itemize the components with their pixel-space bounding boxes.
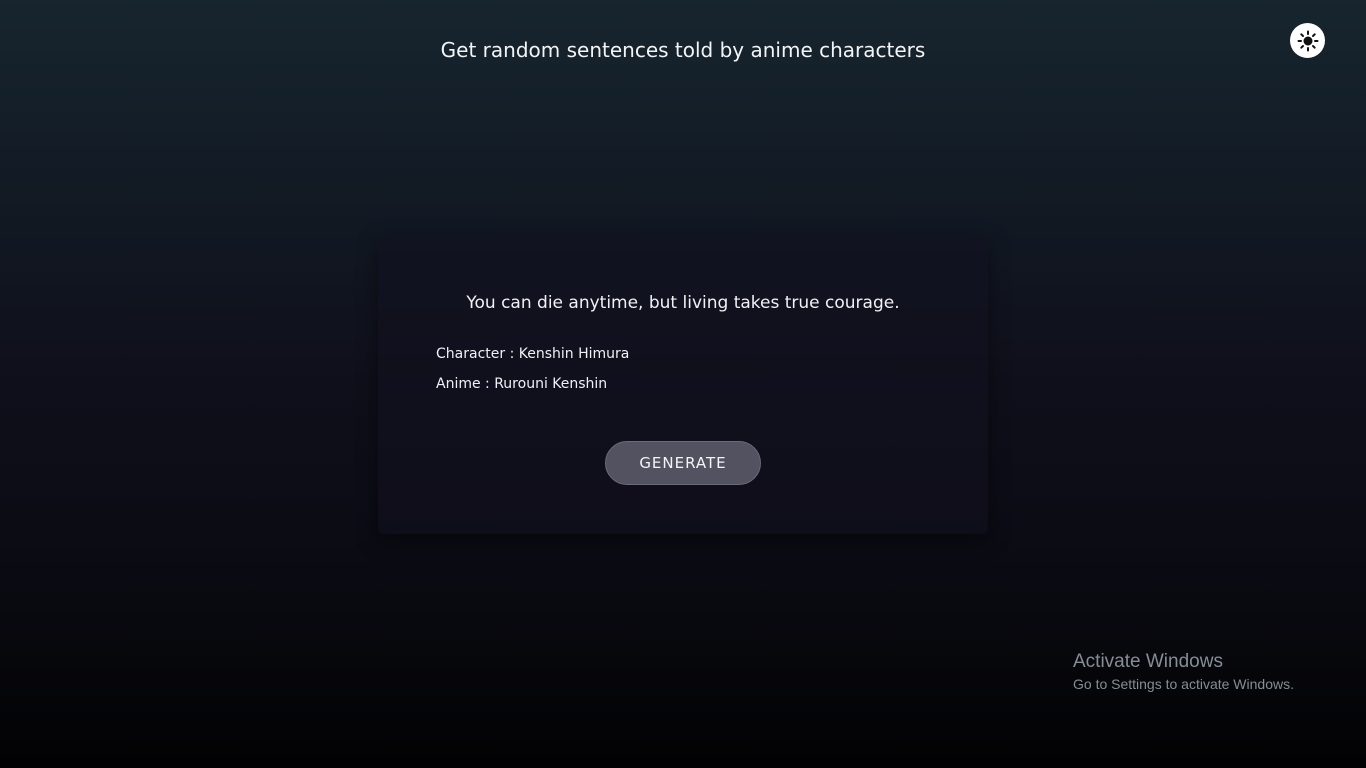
generate-button[interactable]: GENERATE xyxy=(605,441,761,485)
page-title: Get random sentences told by anime chara… xyxy=(440,38,926,62)
character-label: Character : Kenshin Himura xyxy=(436,346,630,362)
theme-toggle-button[interactable] xyxy=(1290,23,1325,58)
quote-text: You can die anytime, but living takes tr… xyxy=(466,293,900,313)
sun-icon xyxy=(1297,30,1319,52)
anime-label: Anime : Rurouni Kenshin xyxy=(436,376,608,392)
watermark-title: Activate Windows xyxy=(1073,651,1223,672)
quote-card: You can die anytime, but living takes tr… xyxy=(378,236,988,534)
watermark-subtitle: Go to Settings to activate Windows. xyxy=(1073,676,1294,692)
activate-windows-watermark: Activate Windows Go to Settings to activ… xyxy=(1073,651,1294,693)
